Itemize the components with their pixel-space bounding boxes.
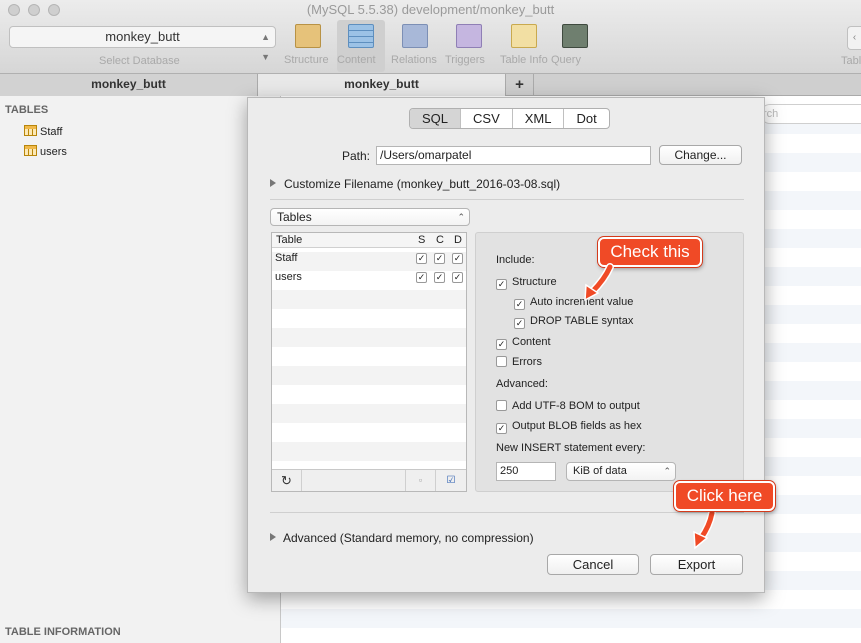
click-here-arrow	[693, 509, 716, 550]
click-here-callout: Click here	[674, 481, 775, 511]
annotation-arrows	[584, 263, 716, 550]
check-this-arrow	[584, 263, 614, 302]
